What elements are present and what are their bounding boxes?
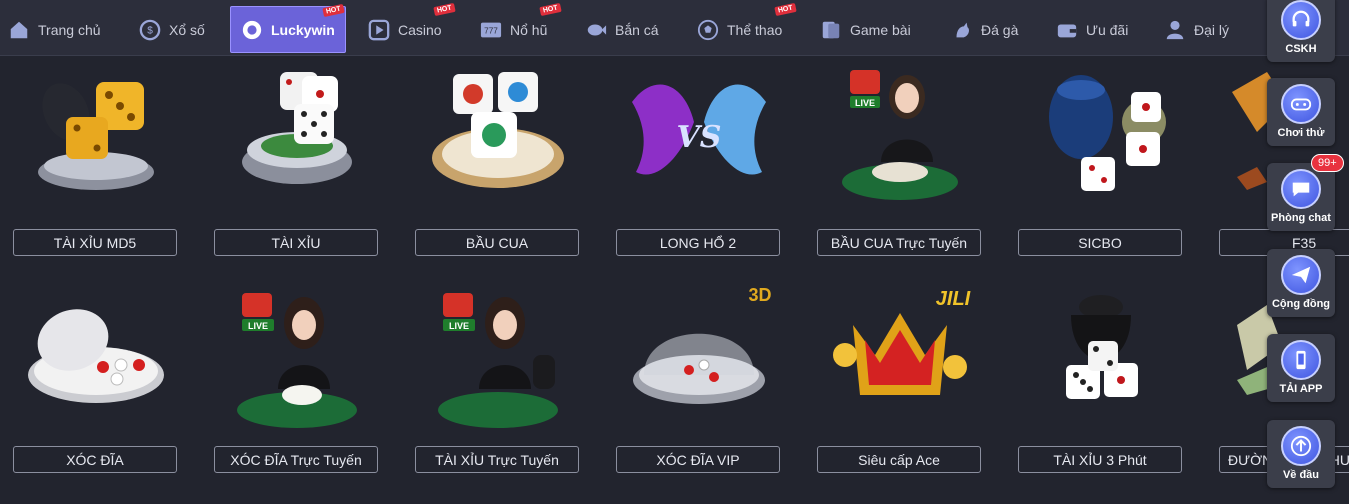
luckywin-chip-icon (242, 20, 262, 39)
live-badge: LIVE (449, 321, 469, 331)
hot-badge: HOT (433, 2, 456, 17)
try-play-button[interactable]: Chơi thử (1267, 78, 1335, 146)
hot-badge: HOT (539, 2, 562, 17)
side-button-label: Về đầu (1282, 469, 1320, 481)
animal-dice-plate-art (432, 72, 564, 188)
game-label: TÀI XỈU Trực Tuyến (415, 446, 579, 473)
chat-unread-badge: 99+ (1311, 154, 1344, 172)
send-plane-icon (1281, 255, 1321, 295)
nav-item-label: Trang chủ (38, 21, 101, 38)
home-icon (10, 21, 28, 38)
nav-item-label: Bắn cá (615, 21, 659, 38)
nav-item-label: Luckywin (271, 21, 335, 38)
game-label: BẦU CUA Trực Tuyến (817, 229, 981, 256)
customer-support-button[interactable]: CSKH (1267, 0, 1335, 62)
chat-room-button[interactable]: Phòng chat (1267, 163, 1335, 231)
live-badge: LIVE (855, 98, 875, 108)
game-label: XÓC ĐĨA VIP (616, 446, 780, 473)
side-button-label: TẢI APP (1279, 383, 1323, 395)
nav-item-label: Casino (398, 21, 442, 38)
side-button-label: Cộng đồng (1271, 298, 1331, 310)
glass-dome-3d-art: 3D (633, 285, 772, 404)
nav-item-card-games[interactable]: Game bài (820, 6, 911, 53)
game-label: TÀI XỈU 3 Phút (1018, 446, 1182, 473)
nav-item-sports[interactable]: Thể thao HOT (697, 2, 797, 53)
game-label: Siêu cấp Ace (817, 446, 981, 473)
chat-bubble-icon (1281, 169, 1321, 209)
casino-play-icon (368, 19, 390, 40)
nav-item-label: Game bài (850, 21, 911, 38)
hot-badge: HOT (774, 2, 797, 17)
game-label: TÀI XỈU MD5 (13, 229, 177, 256)
soccer-ball-icon (697, 19, 719, 40)
game-label: SICBO (1018, 229, 1182, 256)
mobile-phone-icon (1281, 340, 1321, 380)
gold-dice-cup-art (38, 82, 154, 190)
side-button-label: CSKH (1285, 43, 1317, 55)
nav-item-agent[interactable]: Đại lý (1164, 6, 1229, 53)
sicbo-cup-dice-art (1049, 75, 1166, 191)
side-button-label: Chơi thử (1277, 127, 1325, 139)
community-button[interactable]: Cộng đồng (1267, 249, 1335, 317)
nav-item-promotions[interactable]: Ưu đãi (1056, 6, 1128, 53)
live-dealer-taixiu-art: LIVE (438, 293, 558, 428)
game-label: LONG HỔ 2 (616, 229, 780, 256)
nav-item-slots[interactable]: 777 Nổ hũ HOT (480, 2, 562, 53)
support-headset-icon (1281, 0, 1321, 40)
svg-text:VS: VS (677, 120, 722, 155)
nav-item-label: Ưu đãi (1086, 21, 1129, 38)
gift-wallet-icon (1057, 24, 1077, 37)
lottery-coin-icon: $ (139, 19, 161, 40)
nav-item-lottery[interactable]: $ Xổ số (139, 6, 205, 53)
nav-item-fishing[interactable]: Bắn cá (585, 6, 659, 53)
nav-item-home[interactable]: Trang chủ (8, 6, 101, 53)
jili-crown-art: JILI (833, 288, 971, 395)
download-app-button[interactable]: TẢI APP (1267, 334, 1335, 402)
slot-machine-icon: 777 (480, 22, 502, 37)
three-d-badge: 3D (748, 285, 771, 305)
game-label: BẦU CUA (415, 229, 579, 256)
svg-text:777: 777 (484, 26, 498, 35)
side-button-label: Phòng chat (1271, 212, 1331, 224)
nav-item-cockfight[interactable]: Đá gà (951, 6, 1018, 53)
jili-badge: JILI (936, 288, 971, 310)
playing-cards-icon (822, 21, 840, 38)
white-dice-bowl-art (242, 72, 352, 184)
svg-text:$: $ (147, 25, 153, 36)
live-dealer-baucua-art: LIVE (842, 70, 958, 200)
white-bowl-plate-art (28, 309, 164, 403)
nav-item-label: Xổ số (169, 21, 205, 38)
game-label: XÓC ĐĨA Trực Tuyến (214, 446, 378, 473)
live-dealer-xocdia-art: LIVE (237, 293, 357, 428)
fish-icon (587, 24, 607, 35)
dragon-vs-tiger-art: VS (632, 84, 766, 175)
nav-item-label: Đá gà (981, 21, 1019, 38)
game-label: TÀI XỈU (214, 229, 378, 256)
hot-badge: HOT (322, 3, 345, 18)
nav-item-label: Đại lý (1194, 21, 1230, 38)
nav-item-casino[interactable]: Casino HOT (368, 2, 456, 53)
nav-item-label: Thể thao (727, 21, 783, 38)
nav-item-label: Nổ hũ (510, 21, 548, 38)
rooster-icon (956, 22, 970, 37)
back-to-top-button[interactable]: Về đầu (1267, 420, 1335, 488)
game-label: XÓC ĐĨA (13, 446, 177, 473)
agent-person-icon (1166, 20, 1184, 39)
live-badge: LIVE (248, 321, 268, 331)
black-cup-dice-art (1066, 295, 1138, 399)
arrow-up-icon (1281, 426, 1321, 466)
gamepad-icon (1281, 84, 1321, 124)
top-navigation: Trang chủ $ Xổ số Luckywin HOT Casino HO… (0, 0, 1349, 56)
nav-item-luckywin[interactable]: Luckywin HOT (230, 3, 346, 53)
